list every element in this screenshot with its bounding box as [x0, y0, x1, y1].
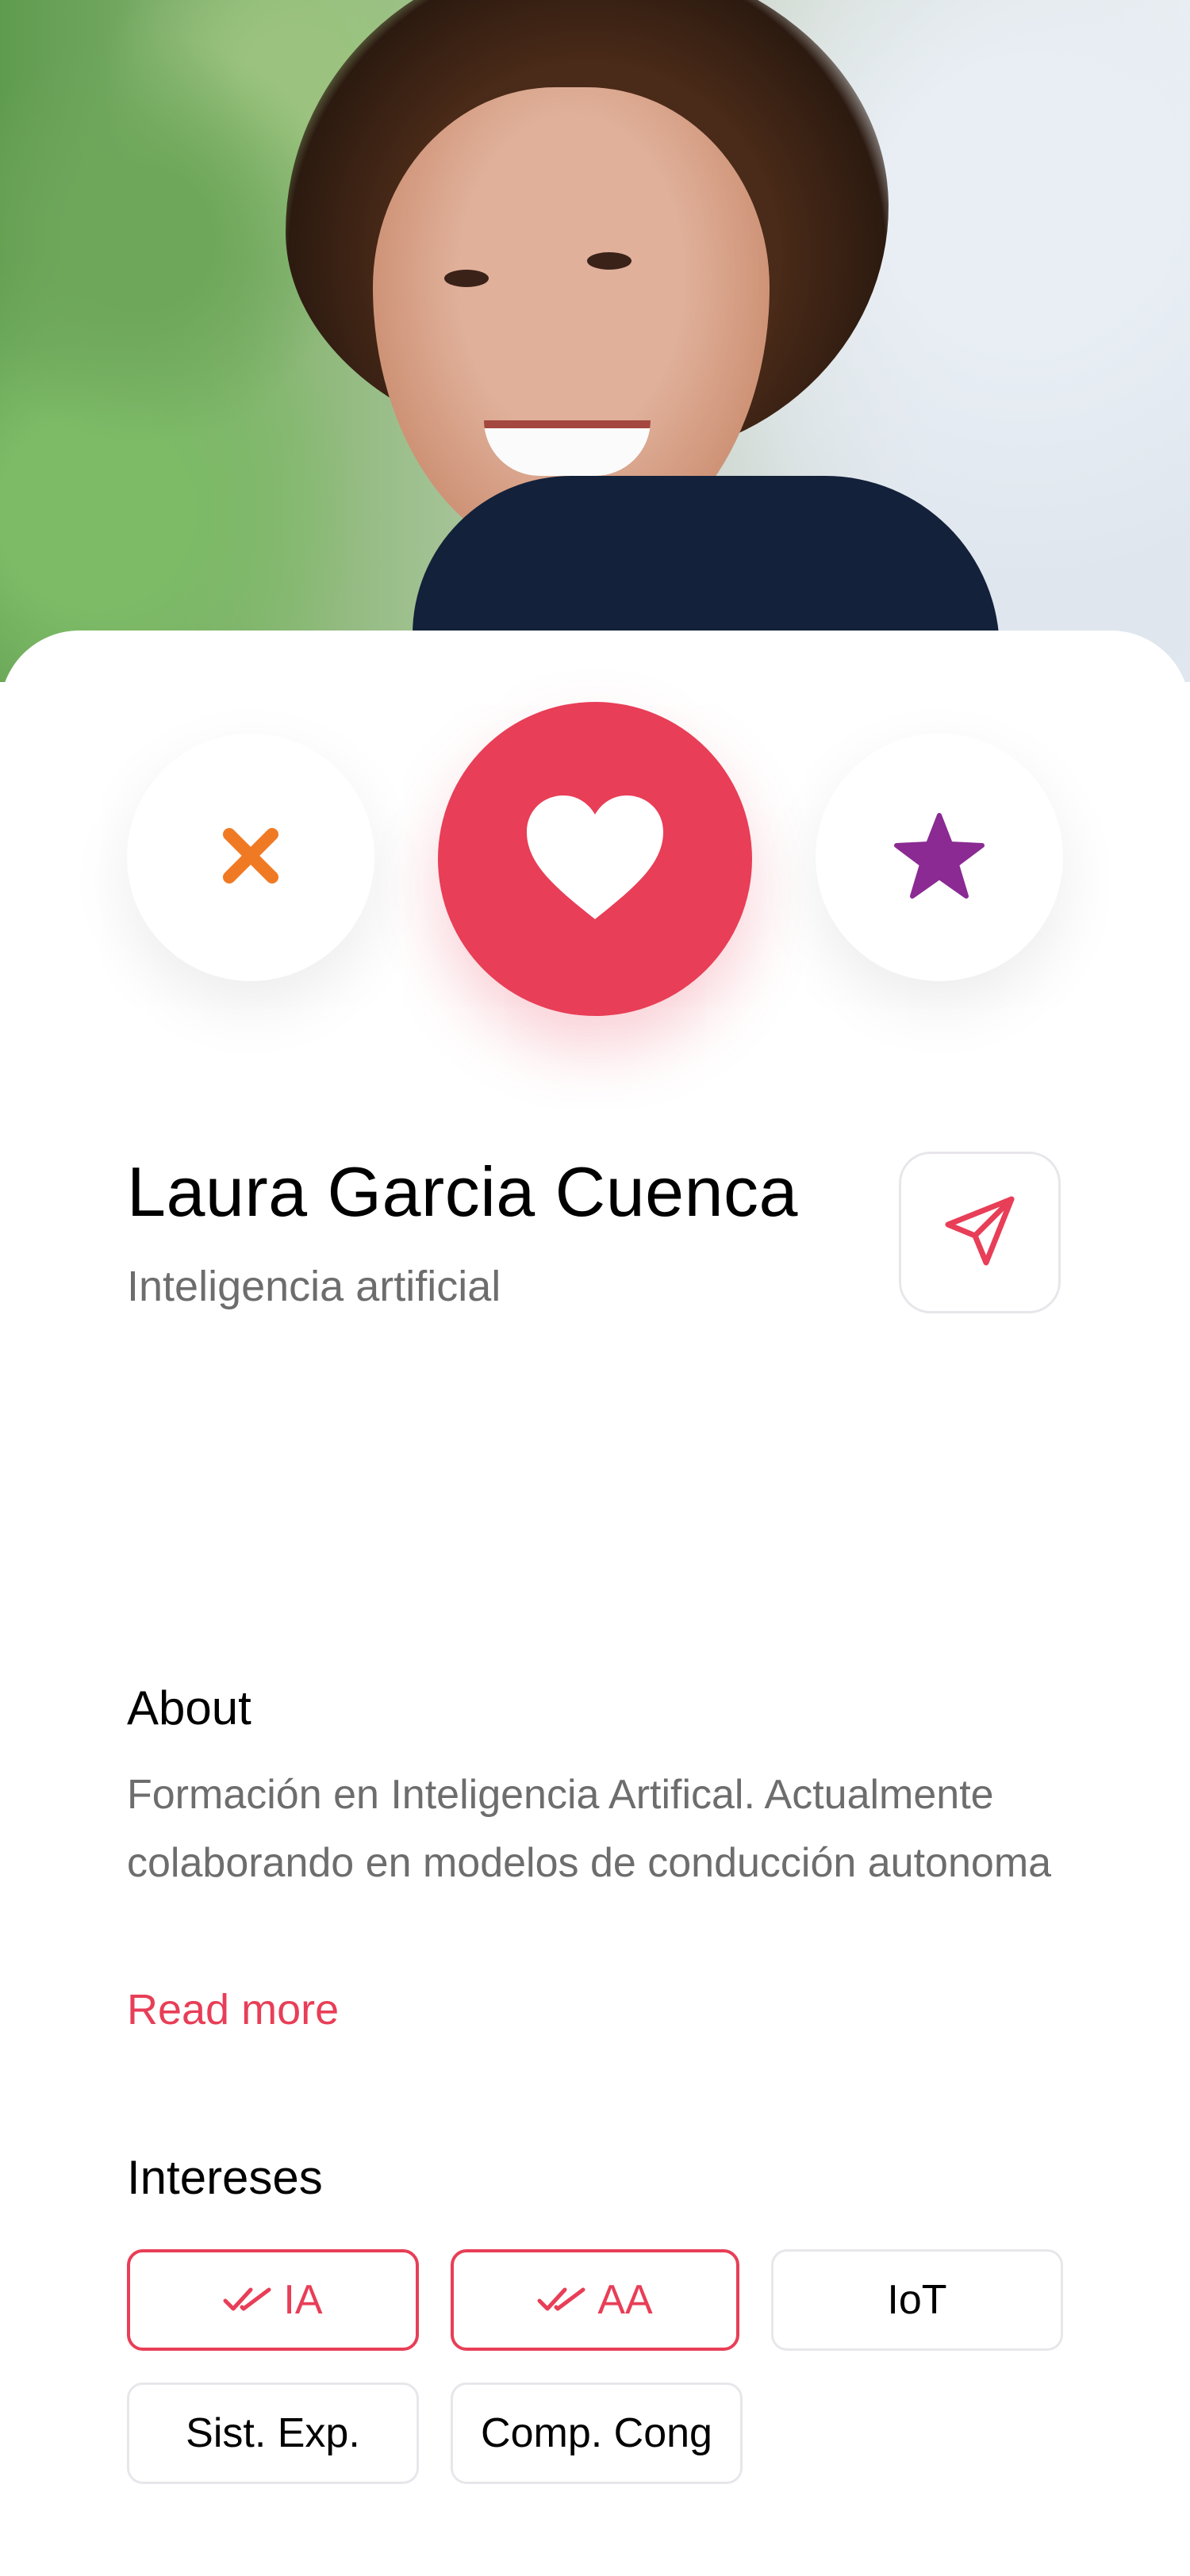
profile-name: Laura Garcia Cuenca	[127, 1152, 798, 1231]
interest-chip-label: Comp. Cong	[481, 2410, 712, 2456]
double-check-icon	[537, 2287, 586, 2313]
interest-chip-ia[interactable]: IA	[127, 2249, 419, 2351]
about-heading: About	[127, 1681, 251, 1735]
interest-chip-label: AA	[597, 2277, 653, 2323]
dislike-button[interactable]	[127, 734, 374, 981]
star-icon	[893, 812, 985, 903]
send-icon	[942, 1193, 1018, 1273]
interest-chip-label: IA	[283, 2277, 323, 2323]
close-icon	[220, 825, 282, 891]
send-message-button[interactable]	[899, 1152, 1061, 1313]
interest-chip-aa[interactable]: AA	[451, 2249, 739, 2351]
superlike-button[interactable]	[816, 734, 1063, 981]
about-text: Formación en Inteligencia Artifical. Act…	[127, 1772, 1052, 1886]
interest-chip-label: IoT	[887, 2277, 947, 2323]
heart-icon	[524, 792, 666, 926]
interests-heading: Intereses	[127, 2151, 323, 2204]
photo-eye-left	[444, 270, 489, 287]
interest-chip-sist-exp[interactable]: Sist. Exp.	[127, 2382, 419, 2484]
profile-photo	[0, 0, 1190, 682]
like-button[interactable]	[438, 702, 752, 1016]
photo-eye-right	[587, 252, 631, 270]
interest-chip-comp-cong[interactable]: Comp. Cong	[451, 2382, 743, 2484]
profile-subtitle: Inteligencia artificial	[127, 1263, 501, 1310]
interest-chip-label: Sist. Exp.	[186, 2410, 360, 2456]
interest-chip-iot[interactable]: IoT	[771, 2249, 1063, 2351]
read-more-link[interactable]: Read more	[127, 1984, 339, 2036]
double-check-icon	[223, 2287, 272, 2313]
